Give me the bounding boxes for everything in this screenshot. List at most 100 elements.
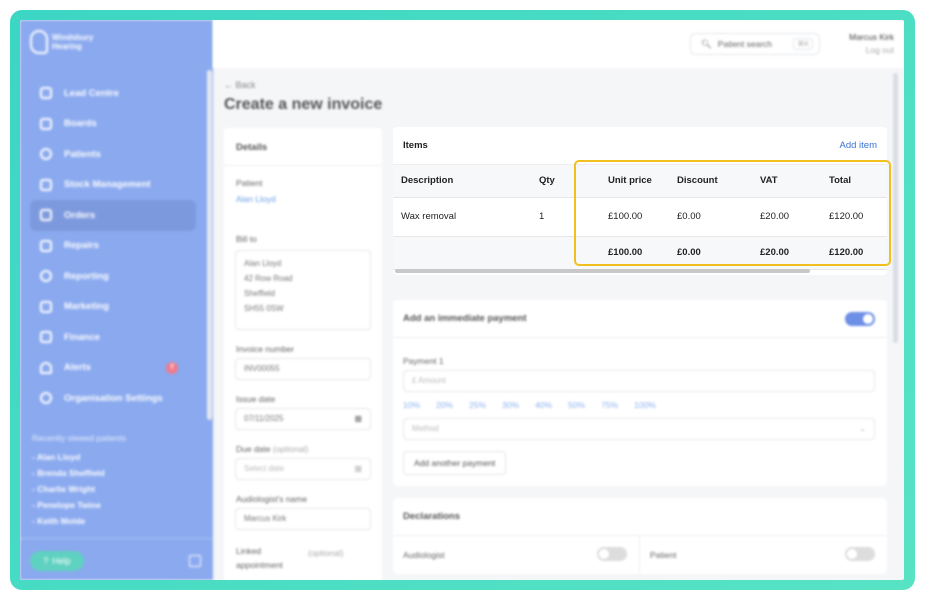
totals-row: £100.00 £0.00 £20.00 £120.00	[393, 236, 887, 270]
audiologist-declaration-toggle[interactable]	[597, 547, 627, 561]
invoice-number-label: Invoice number	[236, 344, 295, 354]
sidebar-item-reporting[interactable]: Reporting	[30, 261, 196, 292]
payment-toggle[interactable]	[845, 312, 875, 326]
brand-logo[interactable]: Windsbury Hearing	[30, 30, 93, 54]
linked-appointment-label: Linked appointment	[236, 546, 283, 570]
help-label: Help	[52, 556, 71, 566]
payment-method-select[interactable]: Method ⌄	[403, 418, 875, 440]
recent-patients-heading: Recently viewed patients	[32, 433, 127, 443]
percent-option[interactable]: 20%	[436, 400, 453, 410]
payment-amount-field[interactable]: £ Amount	[403, 370, 875, 392]
sidebar-nav: Lead Centre Boards Patients Stock Manage…	[30, 78, 196, 414]
patient-label: Patient	[236, 178, 263, 188]
alerts-count-badge: 7	[166, 361, 178, 374]
percent-option[interactable]: 25%	[469, 400, 486, 410]
brand-name-line1: Windsbury	[52, 33, 94, 42]
sidebar-item-label: Marketing	[64, 301, 109, 313]
add-item-button[interactable]: Add item	[840, 140, 878, 151]
bill-to-field[interactable]: Alan Lloyd 42 Row Road Sheffield SH55 0S…	[235, 250, 371, 330]
due-date-label: Due date (optional)	[236, 444, 308, 454]
item-discount: £0.00	[669, 197, 752, 237]
patient-link[interactable]: Alan Lloyd	[236, 194, 276, 204]
due-date-placeholder: Select date	[244, 464, 285, 473]
sidebar-item-label: Boards	[64, 118, 97, 130]
total-unit-price: £100.00	[586, 236, 669, 270]
items-table: Description Qty Unit price Discount VAT …	[393, 165, 887, 270]
sidebar-item-marketing[interactable]: Marketing	[30, 292, 196, 323]
main-scrollbar[interactable]	[893, 73, 898, 343]
column-header-unit-price: Unit price	[586, 165, 669, 198]
sidebar-item-lead-centre[interactable]: Lead Centre	[30, 78, 196, 109]
column-header-description: Description	[393, 165, 531, 198]
recent-patient-link[interactable]: - Penelope Twine	[32, 497, 126, 513]
sidebar-item-finance[interactable]: Finance	[30, 322, 196, 353]
patient-search-button[interactable]: 🔍︎ Patient search ⌘K	[690, 33, 820, 55]
patient-declaration-toggle[interactable]	[845, 547, 875, 561]
recent-patient-link[interactable]: - Charlie Wright	[32, 481, 126, 497]
mail-icon	[40, 300, 52, 313]
sidebar-item-label: Lead Centre	[64, 87, 119, 99]
percent-option[interactable]: 100%	[634, 400, 656, 410]
collapse-sidebar-icon[interactable]	[189, 555, 201, 567]
bill-to-line: Alan Lloyd	[244, 259, 282, 268]
add-another-payment-button[interactable]: Add another payment	[403, 451, 507, 475]
back-arrow-icon: ←	[224, 80, 236, 90]
audiologist-field[interactable]: Marcus Kirk	[235, 508, 371, 530]
bill-to-line: Sheffield	[244, 289, 275, 298]
total-discount: £0.00	[669, 236, 752, 270]
invoice-number-field[interactable]: INV00055	[235, 358, 371, 380]
percent-option[interactable]: 30%	[502, 400, 519, 410]
issue-date-field[interactable]: 07/11/2025 ▦	[235, 408, 371, 430]
calendar-icon[interactable]: ▦	[354, 411, 362, 426]
logout-link[interactable]: Log out	[849, 44, 894, 57]
percent-option[interactable]: 10%	[403, 400, 420, 410]
items-card: Items Add item Description Qty Unit pric…	[393, 127, 887, 275]
column-header-qty: Qty	[531, 165, 586, 198]
top-bar: 🔍︎ Patient search ⌘K Marcus Kirk Log out	[213, 20, 904, 68]
percent-option[interactable]: 75%	[601, 400, 618, 410]
bell-icon	[40, 361, 52, 374]
column-header-vat: VAT	[752, 165, 821, 198]
sidebar-item-alerts[interactable]: Alerts 7	[30, 353, 196, 384]
wrench-icon	[40, 239, 52, 252]
sidebar-scrollbar[interactable]	[207, 70, 212, 420]
sidebar-item-repairs[interactable]: Repairs	[30, 231, 196, 262]
back-link[interactable]: ← Back	[224, 80, 256, 90]
recent-patients: Recently viewed patients - Alan Lloyd - …	[32, 433, 126, 529]
column-header-discount: Discount	[669, 165, 752, 198]
item-qty: 1	[531, 197, 586, 237]
percentage-options: 10% 20% 25% 30% 40% 50% 75% 100%	[403, 400, 656, 410]
sidebar-item-organisation-settings[interactable]: Organisation Settings	[30, 383, 196, 414]
headset-icon	[40, 87, 52, 100]
calendar-icon[interactable]: ▦	[354, 461, 362, 476]
percent-option[interactable]: 40%	[535, 400, 552, 410]
calendar-icon	[40, 209, 52, 222]
recent-patient-link[interactable]: - Keith Molde	[32, 513, 126, 529]
sidebar-item-stock-management[interactable]: Stock Management	[30, 170, 196, 201]
recent-patient-link[interactable]: - Alan Lloyd	[32, 449, 126, 465]
sidebar-item-boards[interactable]: Boards	[30, 109, 196, 140]
recent-patient-link[interactable]: - Brenda Sheffield	[32, 465, 126, 481]
due-date-optional: (optional)	[272, 444, 309, 454]
help-icon: ?	[43, 556, 49, 566]
board-icon	[40, 117, 52, 130]
items-horizontal-scrollbar[interactable]	[395, 269, 810, 273]
sidebar-item-label: Organisation Settings	[64, 392, 163, 404]
percent-option[interactable]: 50%	[568, 400, 585, 410]
total-vat: £20.00	[752, 236, 821, 270]
search-icon: 🔍︎	[701, 38, 712, 49]
help-button[interactable]: ? Help	[30, 551, 84, 571]
sidebar-item-label: Patients	[64, 148, 101, 160]
total-amount: £120.00	[821, 236, 887, 270]
gear-icon	[40, 392, 52, 405]
sidebar-item-orders[interactable]: Orders	[30, 200, 196, 231]
sidebar-item-label: Stock Management	[64, 179, 151, 191]
sidebar-item-label: Repairs	[64, 240, 99, 252]
method-placeholder: Method	[412, 424, 439, 433]
declarations-card: Declarations Audiologist Patient	[393, 498, 887, 574]
sidebar-item-label: Orders	[64, 209, 96, 221]
page-title: Create a new invoice	[224, 96, 383, 113]
sidebar-item-patients[interactable]: Patients	[30, 139, 196, 170]
table-row[interactable]: Wax removal 1 £100.00 £0.00 £20.00 £120.…	[393, 197, 887, 237]
due-date-field[interactable]: Select date ▦	[235, 458, 371, 480]
